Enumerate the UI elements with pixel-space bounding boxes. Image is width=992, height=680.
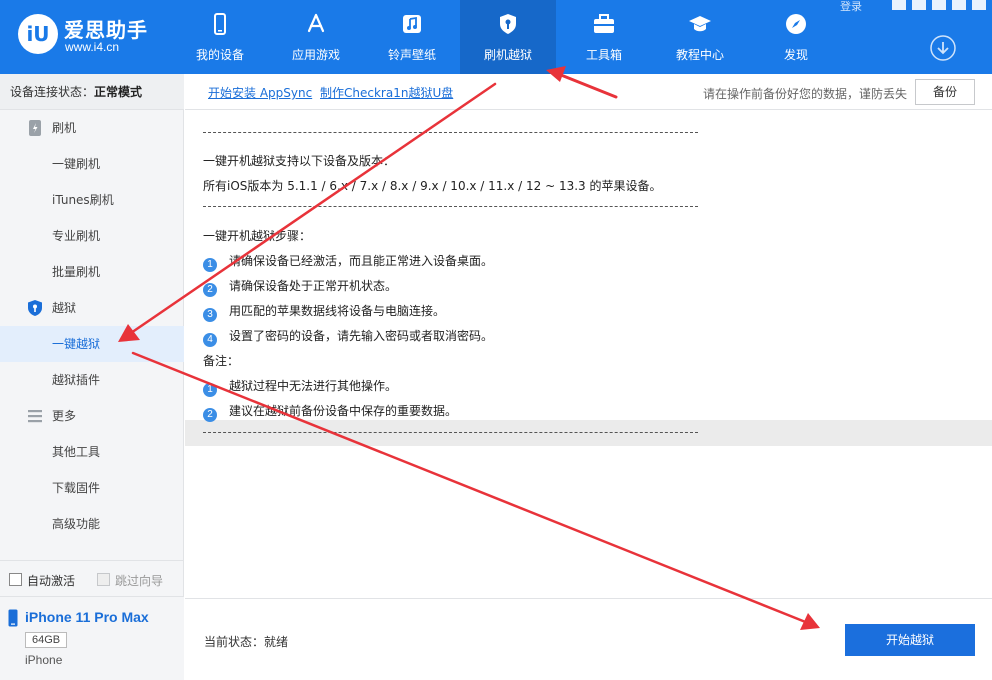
graduation-cap-icon [689,16,711,32]
sidebar-item-advanced[interactable]: 高级功能 [0,506,184,542]
app-title: 爱思助手 [64,18,148,42]
toolbox-icon [594,14,614,33]
nav-label: 教程中心 [675,48,724,62]
device-name: iPhone 11 Pro Max [25,609,149,625]
note-item: 1 越狱过程中无法进行其他操作。 [203,377,397,397]
device-capacity-badge: 64GB [25,632,68,648]
steps-title: 一键开机越狱步骤： [203,229,312,243]
sidebar-list: 刷机 一键刷机 iTunes刷机 专业刷机 批量刷机 越狱 一键越狱 越狱插件 … [0,110,184,542]
backup-button[interactable]: 备份 [915,79,975,105]
sidebar-item-jailbreak-plugins[interactable]: 越狱插件 [0,362,184,398]
sidebar-item-one-click-jailbreak[interactable]: 一键越狱 [0,326,184,362]
nav-label: 铃声壁纸 [387,48,436,62]
nav-flash-jailbreak[interactable]: 刷机越狱 [460,0,556,74]
support-title: 一键开机越狱支持以下设备及版本： [203,154,396,168]
phone-icon [8,609,18,627]
nav-label: 工具箱 [585,48,622,62]
sidebar-item-one-click-flash[interactable]: 一键刷机 [0,146,184,182]
minimize-icon[interactable] [932,0,946,10]
sidebar-group-more[interactable]: 更多 [0,398,184,434]
sidebar-group-jailbreak[interactable]: 越狱 [0,290,184,326]
divider [203,132,698,144]
step-item: 2 请确保设备处于正常开机状态。 [203,277,397,297]
sidebar-options: 自动激活 跳过向导 [0,560,184,596]
nav-tutorials[interactable]: 教程中心 [652,0,748,74]
state-value: 就绪 [264,635,289,649]
sidebar: 设备连接状态：正常模式 刷机 一键刷机 iTunes刷机 专业刷机 批量刷机 越… [0,74,184,680]
nav-discover[interactable]: 发现 [748,0,844,74]
skip-guide-checkbox[interactable] [97,573,110,586]
install-appsync-link[interactable]: 开始安装 AppSync [208,84,312,101]
step-number: 3 [203,308,217,322]
nav-apps[interactable]: 应用游戏 [268,0,364,74]
note-number: 2 [203,408,217,422]
connection-status-label: 设备连接状态： [10,85,95,99]
bottom-bar: 当前状态：就绪 开始越狱 [185,598,992,680]
nav-ringtones[interactable]: 铃声壁纸 [364,0,460,74]
make-checkra1n-usb-link[interactable]: 制作Checkra1n越狱U盘 [320,84,453,101]
shield-key-icon [500,14,516,34]
notes-title: 备注： [203,354,240,368]
sidebar-group-flash[interactable]: 刷机 [0,110,184,146]
step-item: 4 设置了密码的设备，请先输入密码或者取消密码。 [203,327,493,347]
nav-toolbox[interactable]: 工具箱 [556,0,652,74]
note-number: 1 [203,383,217,397]
nav-my-device[interactable]: 我的设备 [172,0,268,74]
logo-mark: iU [18,14,58,54]
app-url: www.i4.cn [65,40,120,54]
step-number: 2 [203,283,217,297]
sidebar-item-pro-flash[interactable]: 专业刷机 [0,218,184,254]
connection-status: 设备连接状态：正常模式 [0,74,184,110]
maximize-icon[interactable] [952,0,966,10]
auto-activate-checkbox[interactable] [9,573,22,586]
divider [203,206,698,218]
nav-label: 我的设备 [195,48,244,62]
auto-activate-label: 自动激活 [27,574,76,588]
skin-icon[interactable] [892,0,906,10]
sidebar-group-label: 越狱 [52,301,77,315]
state-label: 当前状态： [204,635,265,649]
connection-status-value: 正常模式 [94,85,143,99]
main-content: 开始安装 AppSync 制作Checkra1n越狱U盘 请在操作前备份好您的数… [185,74,992,680]
login-link[interactable]: 登录 [840,0,862,14]
flash-icon [29,120,41,136]
divider [203,432,698,444]
menu-lines-icon [28,410,42,423]
sidebar-group-label: 刷机 [52,121,77,135]
menu-icon[interactable] [912,0,926,10]
music-icon [403,15,421,33]
device-card[interactable]: iPhone 11 Pro Max 64GB iPhone [0,596,184,680]
app-logo: iU 爱思助手 www.i4.cn [18,12,178,58]
step-item: 3 用匹配的苹果数据线将设备与电脑连接。 [203,302,445,322]
start-jailbreak-button[interactable]: 开始越狱 [845,624,975,656]
note-item: 2 建议在越狱前备份设备中保存的重要数据。 [203,402,457,422]
app-store-icon [307,13,325,33]
close-icon[interactable] [972,0,986,10]
backup-tip: 请在操作前备份好您的数据，谨防丢失 [703,87,908,101]
current-state: 当前状态：就绪 [204,633,288,650]
compass-icon [786,14,806,34]
download-icon[interactable] [929,34,957,62]
skip-guide-label: 跳过向导 [115,574,164,588]
step-number: 1 [203,258,217,272]
step-item: 1 请确保设备已经激活，而且能正常进入设备桌面。 [203,252,493,272]
sidebar-item-other-tools[interactable]: 其他工具 [0,434,184,470]
sidebar-item-itunes-flash[interactable]: iTunes刷机 [0,182,184,218]
device-type: iPhone [25,653,63,667]
sidebar-item-download-firmware[interactable]: 下载固件 [0,470,184,506]
content-toolbar: 开始安装 AppSync 制作Checkra1n越狱U盘 请在操作前备份好您的数… [185,74,992,110]
top-bar: iU 爱思助手 www.i4.cn 我的设备 应用游戏 铃声壁纸 刷机越狱 工具… [0,0,992,74]
nav-label: 应用游戏 [291,48,340,62]
nav-label: 发现 [783,48,808,62]
jailbreak-shield-icon [28,300,42,316]
phone-icon [214,13,226,35]
step-number: 4 [203,333,217,347]
nav-label: 刷机越狱 [483,48,532,62]
sidebar-group-label: 更多 [52,409,77,423]
sidebar-item-batch-flash[interactable]: 批量刷机 [0,254,184,290]
support-text: 所有iOS版本为 5.1.1 / 6.x / 7.x / 8.x / 9.x /… [203,179,662,193]
